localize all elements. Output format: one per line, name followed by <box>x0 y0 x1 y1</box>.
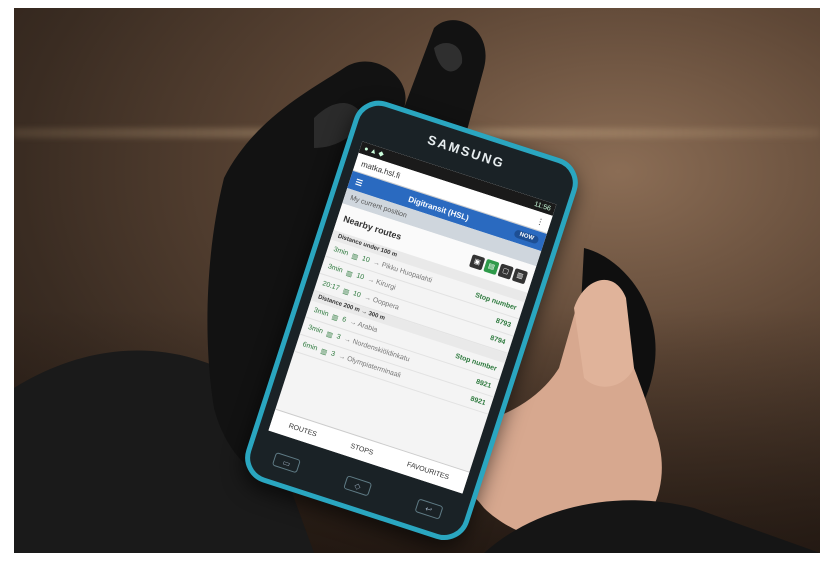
line-number: 10 <box>360 255 371 265</box>
stop-number: 8793 <box>494 317 512 330</box>
departure-time: 3min <box>332 246 350 258</box>
tab-favourites[interactable]: FAVOURITES <box>406 461 450 481</box>
bus-icon[interactable]: ▣ <box>469 253 486 271</box>
destination: → Arabia <box>348 318 379 335</box>
departure-time: 20:17 <box>321 280 341 293</box>
line-number: 10 <box>355 272 365 282</box>
tab-stops[interactable]: STOPS <box>350 442 375 456</box>
tram-icon: ▥ <box>341 287 351 297</box>
now-pill[interactable]: NOW <box>513 229 540 245</box>
line-number: 3 <box>335 333 342 342</box>
photo-frame: SAMSUNG ● ▲ ◆ 11:56 matka.hsl.fi ⋮ ☰ Dig… <box>0 0 834 561</box>
line-number: 10 <box>351 290 362 300</box>
home-key[interactable]: ◇ <box>343 475 373 497</box>
departure-time: 3min <box>307 323 324 336</box>
back-key[interactable]: ↩ <box>414 498 444 520</box>
tram-icon[interactable]: ▤ <box>483 258 500 275</box>
tram-icon: ▥ <box>350 252 360 262</box>
metro-icon[interactable]: ▢ <box>497 262 514 280</box>
train-icon[interactable]: ▥ <box>511 267 529 284</box>
stop-number: 8921 <box>469 395 487 408</box>
hamburger-icon[interactable]: ☰ <box>354 177 364 188</box>
line-number: 3 <box>329 350 336 359</box>
tab-routes[interactable]: ROUTES <box>288 422 318 438</box>
tram-icon: ▥ <box>330 313 340 322</box>
departure-time: 3min <box>312 306 330 319</box>
tram-icon: ▥ <box>345 269 354 279</box>
tram-icon: ▥ <box>325 330 334 340</box>
thumb <box>574 279 634 387</box>
stop-number: 8794 <box>489 334 507 347</box>
menu-icon[interactable]: ⋮ <box>535 216 545 227</box>
destination: → Kirurgi <box>366 275 397 292</box>
photo-scene: SAMSUNG ● ▲ ◆ 11:56 matka.hsl.fi ⋮ ☰ Dig… <box>14 8 820 553</box>
recent-apps-key[interactable]: ▭ <box>272 452 302 474</box>
departure-time: 3min <box>326 263 344 275</box>
tram-icon: ▥ <box>319 347 329 357</box>
line-number: 6 <box>341 316 347 324</box>
stop-number: 8921 <box>474 378 492 390</box>
departure-time: 6min <box>301 341 319 353</box>
